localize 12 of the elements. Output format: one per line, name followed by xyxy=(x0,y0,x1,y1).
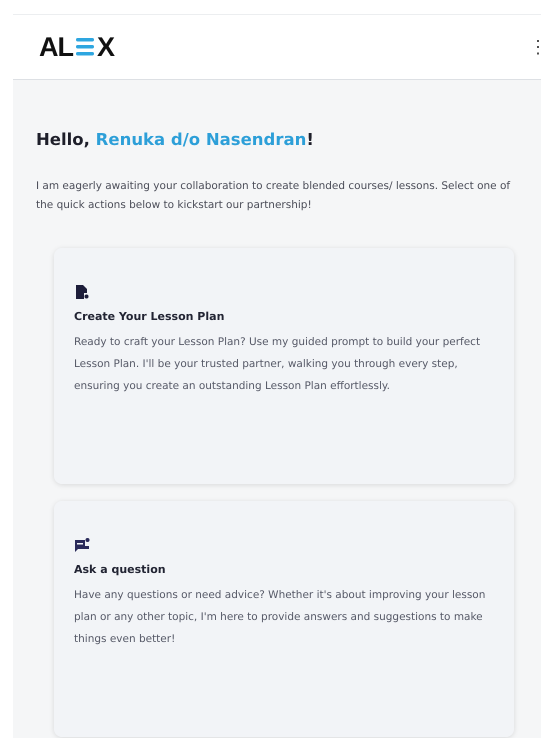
greeting-heading: Hello, Renuka d/o Nasendran! xyxy=(36,130,315,149)
card-title: Ask a question xyxy=(74,563,167,576)
document-icon xyxy=(74,284,90,300)
menu-button[interactable]: ⋮ xyxy=(527,36,541,58)
card-description: Have any questions or need advice? Whether it's about improving your lesson plan or any other topic, I'm here to provide answers and suggestions to make things even better! xyxy=(74,588,486,647)
action-card[interactable] xyxy=(54,248,514,484)
card-title: Create Your Lesson Plan xyxy=(74,310,226,323)
brand-logo: AL X xyxy=(39,32,114,62)
action-card[interactable]: Ask a question Have any questions or need advice? Whether it's about improving your lesson plan or any other topic, I'm here to provide answers and suggestions to make things even better! xyxy=(54,501,514,737)
chat-icon xyxy=(74,537,90,553)
card-description: Ready to craft your Lesson Plan? Use my guided prompt to build your perfect Lesson Plan. I'll be your trusted partner, walking you through every step, ensuring you create an outstanding Lesson Plan effortlessly. xyxy=(74,335,482,394)
intro-text: I am eagerly awaiting your collaboration to create blended courses/ lessons. Select one of the quick actions below to kickstart our partnership! xyxy=(36,179,512,213)
